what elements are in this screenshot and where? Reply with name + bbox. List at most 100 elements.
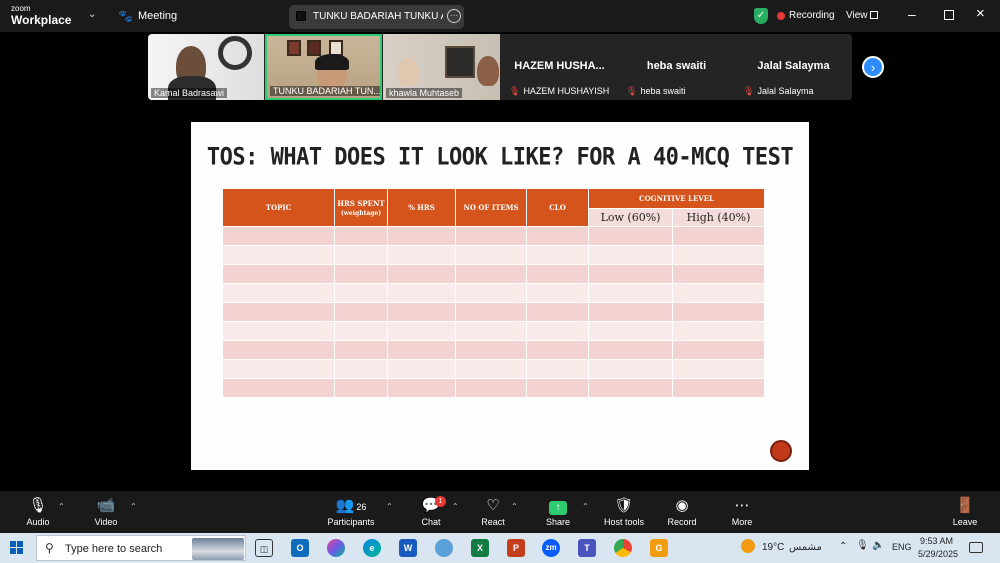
more-label: More — [731, 517, 753, 527]
tray-microphone-icon[interactable]: 🎙 — [856, 540, 869, 551]
video-camera-icon: 📹 — [96, 497, 116, 514]
table-row — [222, 302, 765, 322]
more-dots-icon: ⋯ — [734, 497, 750, 514]
edge-icon[interactable]: e — [363, 539, 381, 557]
chrome-icon[interactable] — [614, 539, 632, 557]
share-button[interactable]: ↑ Share — [528, 491, 588, 527]
tray-chevron-icon[interactable]: ⌃ — [839, 541, 847, 552]
clock-time[interactable]: 9:53 AM — [920, 536, 953, 546]
globe-app-icon[interactable] — [435, 539, 453, 557]
close-icon[interactable]: × — [976, 5, 985, 22]
name-only-tile[interactable]: Jalal Salayma 🎙 Jalal Salayma — [735, 34, 852, 100]
app-g-icon[interactable]: G — [650, 539, 668, 557]
more-button[interactable]: ⋯ More — [712, 491, 772, 527]
participant-avatar — [477, 56, 499, 86]
leave-button[interactable]: 🚪 Leave — [935, 491, 995, 527]
participants-label: Participants — [327, 517, 375, 527]
weather-condition[interactable]: مشمس — [789, 542, 822, 553]
shared-slide: TOS: WHAT DOES IT LOOK LIKE? FOR A 40-MC… — [191, 122, 809, 470]
col-clo: CLO — [526, 188, 589, 227]
video-tile[interactable]: khawla Muhtaseb — [383, 34, 500, 100]
mic-muted-icon: 🎙 — [743, 86, 755, 96]
video-tile-active-speaker[interactable]: TUNKU BADARIAH TUN... — [265, 34, 382, 100]
react-caret-icon[interactable]: ⌃ — [511, 502, 518, 511]
table-row — [222, 226, 765, 246]
chevron-down-icon[interactable]: ⌄ — [88, 9, 96, 20]
participant-display-name: HAZEM HUSHA... — [514, 60, 605, 72]
col-pct-hrs: % HRS — [387, 188, 456, 227]
host-shield-icon: 🛡 — [614, 497, 634, 514]
col-cognitive-level: COGNITIVE LEVEL — [588, 188, 765, 209]
minimize-icon[interactable]: – — [908, 6, 916, 22]
col-hrs-spent-label: HRS SPENT — [337, 198, 385, 208]
speaker-icon[interactable]: 🔈 — [872, 540, 884, 551]
language-indicator[interactable]: ENG — [892, 542, 912, 552]
table-row — [222, 359, 765, 379]
windows-start-icon[interactable] — [10, 541, 24, 555]
next-page-arrow-icon[interactable]: › — [862, 56, 884, 78]
meeting-toolbar: 🎙 Audio ⌃ 📹 Video ⌃ 👥 26 Participants ⌃ 💬… — [0, 491, 1000, 533]
participant-hair — [315, 54, 349, 70]
weather-temperature[interactable]: 19°C — [762, 542, 784, 553]
participant-strip: Kamal Badrasawi TUNKU BADARIAH TUN... kh… — [148, 34, 852, 100]
search-highlight-image — [192, 538, 244, 560]
word-icon[interactable]: W — [399, 539, 417, 557]
chat-unread-badge: 1 — [435, 496, 446, 507]
video-tile[interactable]: Kamal Badrasawi — [148, 34, 264, 100]
teams-icon[interactable]: T — [578, 539, 596, 557]
video-button[interactable]: 📹 Video — [76, 491, 136, 527]
col-hrs-spent: HRS SPENT (weightage) — [334, 188, 388, 227]
video-caret-icon[interactable]: ⌃ — [130, 502, 137, 511]
audio-caret-icon[interactable]: ⌃ — [58, 502, 65, 511]
slide-record-button[interactable] — [770, 440, 792, 462]
meeting-label[interactable]: Meeting — [138, 10, 177, 22]
outlook-icon[interactable]: O — [291, 539, 309, 557]
host-tools-button[interactable]: 🛡 Host tools — [594, 491, 654, 527]
grid-icon[interactable] — [870, 11, 878, 19]
name-only-tile[interactable]: heba swaiti 🎙 heba swaiti — [618, 34, 735, 100]
participant-name-label: 🎙 heba swaiti — [626, 86, 686, 96]
name-only-tile[interactable]: HAZEM HUSHA... 🎙 HAZEM HUSHAYISH — [501, 34, 618, 100]
copilot-icon[interactable] — [327, 539, 345, 557]
mic-muted-icon: 🎙 — [509, 86, 521, 96]
record-label: Record — [667, 517, 697, 527]
participant-name-label: 🎙 HAZEM HUSHAYISH — [509, 86, 610, 96]
recording-label[interactable]: Recording — [789, 10, 835, 21]
zoom-taskbar-icon[interactable]: zm — [542, 539, 560, 557]
react-label: React — [481, 517, 505, 527]
more-options-icon[interactable]: ⋯ — [447, 9, 461, 23]
maximize-icon[interactable] — [944, 10, 954, 20]
search-icon: ⚲ — [45, 541, 54, 555]
wall-frame — [287, 40, 301, 56]
participants-icon: 👥 26 — [335, 497, 367, 514]
table-row — [222, 264, 765, 284]
table-row — [222, 245, 765, 265]
security-shield-icon[interactable]: ✓ — [754, 8, 768, 24]
leave-door-icon: 🚪 — [955, 497, 975, 514]
participant-name-label: 🎙 Jalal Salayma — [743, 86, 814, 96]
participants-caret-icon[interactable]: ⌃ — [386, 502, 393, 511]
weather-sun-icon[interactable] — [741, 539, 755, 553]
participants-button[interactable]: 👥 26 Participants — [321, 491, 381, 527]
chat-caret-icon[interactable]: ⌃ — [452, 502, 459, 511]
brand-logo-small: zoom — [11, 4, 31, 13]
table-row — [222, 340, 765, 360]
taskbar-search-box[interactable]: ⚲ Type here to search — [36, 535, 246, 561]
participant-display-name: heba swaiti — [646, 60, 707, 72]
powerpoint-icon[interactable]: P — [507, 539, 525, 557]
clock-date[interactable]: 5/29/2025 — [918, 549, 958, 559]
windows-taskbar: ⚲ Type here to search ◫ O e W X P zm T G — [0, 533, 1000, 563]
notifications-icon[interactable] — [969, 542, 983, 553]
participant-name: TUNKU BADARIAH TUN... — [270, 86, 380, 96]
share-caret-icon[interactable]: ⌃ — [582, 502, 589, 511]
excel-icon[interactable]: X — [471, 539, 489, 557]
record-button[interactable]: ◉ Record — [652, 491, 712, 527]
wall-frame — [307, 40, 321, 56]
leave-label: Leave — [952, 517, 978, 527]
col-high: High (40%) — [672, 208, 765, 227]
participant-name: Kamal Badrasawi — [151, 88, 228, 98]
participant-display-name: Jalal Salayma — [757, 60, 830, 72]
participant-avatar — [397, 58, 419, 86]
view-button[interactable]: View — [846, 10, 868, 21]
task-view-icon[interactable]: ◫ — [255, 539, 273, 557]
